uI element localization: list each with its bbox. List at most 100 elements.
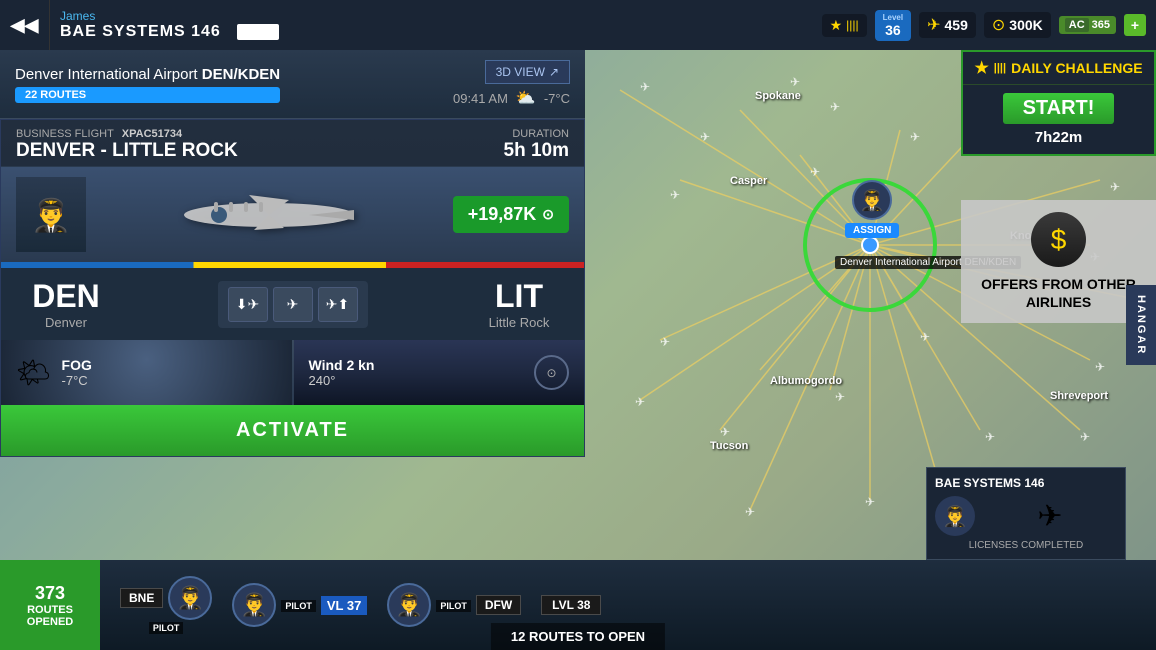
money-stat: ⊙ 300K [984, 12, 1051, 38]
flight-left: BUSINESS FLIGHT XPAC51734 DENVER - LITTL… [16, 128, 238, 162]
weather-temp: -7°C [62, 373, 92, 388]
from-code: DEN [32, 278, 100, 315]
cloud-icon: ⛅ [516, 88, 536, 108]
dc-title: DAILY CHALLENGE [1011, 60, 1142, 76]
back-button[interactable]: ◀◀ [0, 0, 50, 50]
earnings-badge: +19,87K ⊙ [453, 196, 569, 233]
pilot-image: 👨‍✈️ [16, 177, 86, 252]
duration-value: 5h 10m [504, 140, 569, 162]
assign-pilot-marker[interactable]: 👨‍✈️ ASSIGN [845, 180, 899, 238]
weather-info: FOG -7°C [62, 357, 92, 388]
airline-name: BAE SYSTEMS 146 [60, 23, 221, 41]
pilot-bne-label: PILOT [149, 622, 184, 634]
offers-coin-icon: $ [1031, 212, 1086, 267]
flight-card: BUSINESS FLIGHT XPAC51734 DENVER - LITTL… [0, 119, 585, 457]
routes-opened-badge: 373 ROUTESOPENED [0, 560, 100, 650]
bne-code-badge: BNE [120, 588, 163, 608]
pilot-avatar-map: 👨‍✈️ [852, 180, 892, 220]
fly-icon-btn[interactable]: ✈ [273, 287, 313, 322]
to-code: LIT [495, 278, 543, 315]
hangar-pilot-avatar: 👨‍✈️ [935, 496, 975, 536]
wind-direction: 240° [309, 373, 525, 388]
username-label: James [60, 9, 812, 23]
from-city: Denver [45, 315, 87, 330]
level-label: Level [883, 13, 903, 22]
left-panel: Denver International Airport DEN/KDEN 22… [0, 50, 585, 457]
flight-id: XPAC51734 [122, 128, 182, 140]
external-link-icon: ↗ [549, 65, 559, 79]
airport-name: Denver International Airport DEN/KDEN [15, 66, 280, 83]
time-weather: 09:41 AM ⛅ -7°C [453, 88, 570, 108]
plus-button[interactable]: + [1124, 14, 1146, 36]
top-bar: ◀◀ James BAE SYSTEMS 146 ★ |||| Level 36… [0, 0, 1156, 50]
fog-icon: 🌤 [16, 356, 52, 389]
plane-visual: 👨‍✈️ +19,87K ⊙ [1, 167, 584, 262]
routes-badge[interactable]: 22 ROUTES [15, 87, 280, 103]
weather-box-right: Wind 2 kn 240° ⊙ [294, 340, 585, 405]
pilot-dfw-group: 👨‍✈️ PILOT DFW [387, 583, 521, 627]
wind-info: Wind 2 kn 240° [309, 357, 525, 388]
weather-condition: FOG [62, 357, 92, 373]
lvl-badge: LVL 38 [541, 595, 601, 615]
routes-opened-label: ROUTESOPENED [27, 604, 73, 628]
pilot-dfw-label: PILOT [436, 600, 471, 612]
flight-route: DENVER - LITTLE ROCK [16, 140, 238, 162]
pilot-vl-label: PILOT [281, 600, 316, 612]
flight-type: BUSINESS FLIGHT [16, 128, 114, 140]
pilot-vl-avatar: 👨‍✈️ [232, 583, 276, 627]
city-label-casper: Casper [730, 175, 767, 187]
duration-area: DURATION 5h 10m [504, 128, 569, 162]
codes-row: DEN Denver ⬇✈ ✈ ✈⬆ LIT Little Rock [1, 268, 584, 340]
pilot-bne-avatar: 👨‍✈️ [168, 576, 212, 620]
pilot-item-bne: BNE 👨‍✈️ PILOT [120, 576, 212, 634]
weather-row: 🌤 FOG -7°C Wind 2 kn 240° ⊙ [1, 340, 584, 405]
star-stat: ★ |||| [822, 14, 867, 37]
hangar-status: LICENSES COMPLETED [935, 540, 1117, 551]
flight-title-row: BUSINESS FLIGHT XPAC51734 DENVER - LITTL… [16, 128, 569, 162]
temperature: -7°C [544, 91, 570, 106]
bars-icon: |||| [846, 18, 858, 32]
airport-name-area: Denver International Airport DEN/KDEN 22… [15, 66, 280, 103]
activate-button[interactable]: ACTIVATE [1, 405, 584, 456]
top-right-stats: ★ |||| Level 36 ✈ 459 ⊙ 300K AC 365 + [822, 10, 1146, 41]
dc-star-icon: ★ [974, 58, 988, 78]
pilot-stat: ✈ 459 [919, 12, 976, 38]
money-value: 300K [1009, 17, 1042, 33]
assign-button[interactable]: ASSIGN [845, 223, 899, 238]
duration-label: DURATION [504, 128, 569, 140]
hangar-card-title: BAE SYSTEMS 146 [935, 476, 1117, 490]
aircraft-badge [237, 24, 279, 40]
daily-challenge-header: ★ |||| DAILY CHALLENGE [963, 52, 1154, 85]
to-airport-box: LIT Little Rock [469, 278, 569, 330]
hangar-tab[interactable]: HANGAR [1126, 285, 1156, 365]
hangar-card-content: 👨‍✈️ ✈ [935, 496, 1117, 536]
pilot-bne-group: BNE 👨‍✈️ [120, 576, 212, 620]
flight-icons: ⬇✈ ✈ ✈⬆ [218, 281, 368, 328]
pilot-vl-group: 👨‍✈️ PILOT VL 37 [232, 583, 367, 627]
city-label-albu: Albumogordo [770, 375, 842, 387]
airport-header: Denver International Airport DEN/KDEN 22… [0, 50, 585, 119]
dfw-code-badge: DFW [476, 595, 521, 615]
cash-badge: AC 365 [1059, 16, 1116, 34]
coin-icon: ⊙ [992, 15, 1005, 35]
coin-badge-icon: ⊙ [542, 206, 554, 223]
cash-value: 365 [1092, 19, 1110, 31]
daily-challenge-panel: ★ |||| DAILY CHALLENGE START! 7h22m [961, 50, 1156, 156]
city-label-tucson: Tucson [710, 440, 748, 452]
land-icon-btn[interactable]: ⬇✈ [228, 287, 268, 322]
time-display: 09:41 AM [453, 91, 508, 106]
daily-challenge-start-button[interactable]: START! [1003, 93, 1115, 124]
hangar-card: BAE SYSTEMS 146 👨‍✈️ ✈ LICENSES COMPLETE… [926, 467, 1126, 560]
city-label-shreveport: Shreveport [1050, 390, 1108, 402]
weather-box-left: 🌤 FOG -7°C [1, 340, 292, 405]
from-airport-box: DEN Denver [16, 278, 116, 330]
takeoff-icon-btn[interactable]: ✈⬆ [318, 287, 358, 322]
daily-challenge-content: START! 7h22m [963, 85, 1154, 154]
three-d-view-button[interactable]: 3D VIEW ↗ [485, 60, 570, 84]
dc-bars-icon: |||| [994, 62, 1006, 74]
plane-image [86, 180, 453, 250]
flight-header: BUSINESS FLIGHT XPAC51734 DENVER - LITTL… [1, 120, 584, 167]
hangar-plane-icon: ✈ [983, 496, 1117, 536]
lvl-badge-item: LVL 38 [541, 595, 601, 615]
airport-right-info: 3D VIEW ↗ 09:41 AM ⛅ -7°C [453, 60, 570, 108]
